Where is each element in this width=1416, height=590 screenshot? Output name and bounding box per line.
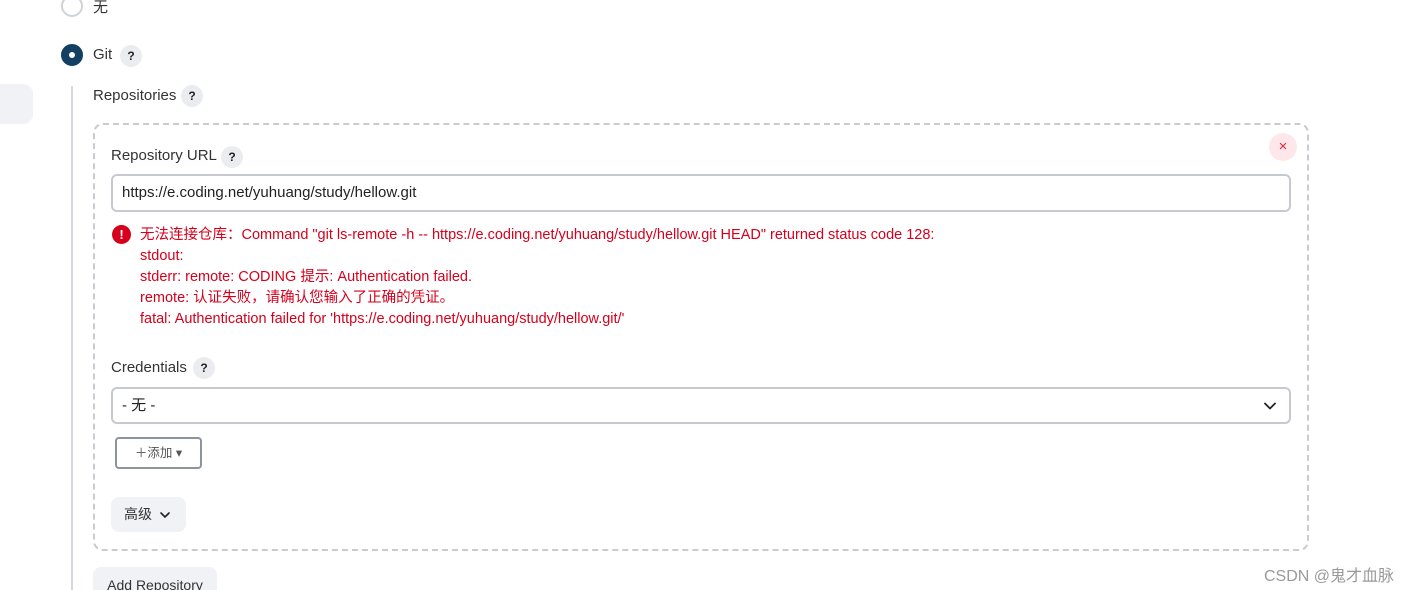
repository-url-input[interactable]: https://e.coding.net/yuhuang/study/hello… <box>111 174 1291 212</box>
advanced-label: 高级 <box>124 506 152 522</box>
scm-git-label: Git <box>93 46 113 63</box>
credentials-label: Credentials <box>111 359 187 376</box>
repository-url-help-icon[interactable]: ? <box>221 146 243 168</box>
repository-url-label: Repository URL <box>111 147 217 164</box>
add-repository-button[interactable]: Add Repository <box>93 567 217 590</box>
scm-git-radio[interactable] <box>61 44 83 66</box>
scm-none-label: 无 <box>93 0 109 16</box>
error-line: 无法连接仓库：Command "git ls-remote -h -- http… <box>140 227 935 243</box>
error-message: 无法连接仓库：Command "git ls-remote -h -- http… <box>140 225 934 330</box>
repositories-help-icon[interactable]: ? <box>181 85 203 107</box>
chevron-down-icon <box>160 512 170 518</box>
credentials-help-icon[interactable]: ? <box>193 357 215 379</box>
advanced-button[interactable]: 高级 <box>111 497 186 532</box>
credentials-select[interactable]: - 无 - <box>111 387 1291 424</box>
watermark: CSDN @鬼才血脉 <box>1264 568 1395 585</box>
remove-repository-icon[interactable]: × <box>1269 133 1297 161</box>
error-line: stderr: remote: CODING 提示: Authenticatio… <box>140 269 473 285</box>
sidebar-item[interactable] <box>0 84 33 124</box>
git-help-icon[interactable]: ? <box>120 45 142 67</box>
repositories-label: Repositories <box>93 87 177 104</box>
error-line: stdout: <box>140 248 184 264</box>
error-line: fatal: Authentication failed for 'https:… <box>140 311 625 327</box>
add-credentials-button[interactable]: ＋添加 ▾ <box>115 437 202 469</box>
credentials-selected-value: - 无 - <box>122 397 156 414</box>
error-icon: ! <box>112 225 131 244</box>
chevron-down-icon <box>1264 402 1276 410</box>
error-line: remote: 认证失败，请确认您输入了正确的凭证。 <box>140 290 455 306</box>
section-indent-line <box>71 86 73 590</box>
scm-none-radio[interactable] <box>61 0 83 17</box>
